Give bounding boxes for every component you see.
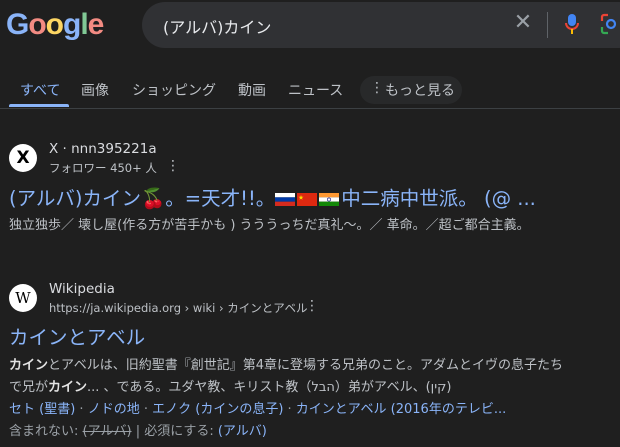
result-title-part1: (アルバ)カイン🍒。=天才!!。 xyxy=(9,187,276,210)
result-sublinks: セト (聖書) · ノドの地 · エノク (カインの息子) · カインとアベル … xyxy=(9,402,507,417)
more-vert-icon[interactable]: ⋮ xyxy=(370,80,384,96)
result-snippet-line2: で兄がカイン... 、である。ユダヤ教、キリスト教（הבל）弟がアベル、(קין… xyxy=(9,376,451,395)
snippet-text: とアベルは、旧約聖書『創世記』第4章に登場する兄弟のこと。アダムとイヴの息子たち xyxy=(48,358,564,373)
result-title[interactable]: (アルバ)カイン🍒。=天才!!。 中二病中世派。 (@ ... xyxy=(9,182,536,211)
russia-flag-icon xyxy=(275,193,296,206)
result-snippet-line1: カインとアベルは、旧約聖書『創世記』第4章に登場する兄弟のこと。アダムとイヴの息… xyxy=(9,354,563,373)
snippet-text: ... 、である。ユダヤ教、キリスト教（הבל）弟がアベル、(קין) xyxy=(87,380,452,395)
result-title[interactable]: カインとアベル xyxy=(9,321,145,350)
tab-more[interactable]: もっと見る xyxy=(385,80,455,100)
sublink[interactable]: ノドの地 xyxy=(88,402,140,417)
result-title-part2: 中二病中世派。 (@ ... xyxy=(341,187,536,210)
result-snippet: 独立独歩／ 壊し屋(作る方が苦手かも ) うううっちだ真礼〜。／ 革命。／超ご都… xyxy=(9,218,530,233)
result-site-name[interactable]: X · nnn395221a xyxy=(49,141,157,157)
favicon-letter: W xyxy=(15,289,31,307)
snippet-highlight: カイン xyxy=(48,380,88,395)
camera-search-icon[interactable] xyxy=(600,13,620,35)
must-include-link[interactable]: (アルバ) xyxy=(218,424,267,439)
result-site-sub: フォロワー 450+ 人 xyxy=(49,161,157,175)
must-include-label: | 必須にする: xyxy=(135,424,214,439)
google-logo[interactable]: Google xyxy=(6,8,105,42)
missing-terms: 含まれない: (アルバ) | 必須にする: (アルバ) xyxy=(9,420,267,439)
favicon-letter: X xyxy=(16,148,30,168)
result-site-name[interactable]: Wikipedia xyxy=(49,281,115,297)
sublink[interactable]: セト (聖書) xyxy=(9,402,75,417)
mic-icon[interactable] xyxy=(564,13,580,35)
tab-images[interactable]: 画像 xyxy=(81,80,109,100)
sublink[interactable]: エノク (カインの息子) xyxy=(152,402,283,417)
wikipedia-logo-icon[interactable]: W xyxy=(9,284,37,312)
x-logo-icon[interactable]: X xyxy=(9,144,37,172)
missing-term: (アルバ) xyxy=(82,424,132,439)
result-url[interactable]: https://ja.wikipedia.org › wiki › カインとアベ… xyxy=(49,300,308,316)
logo-letter: G xyxy=(6,8,29,41)
logo-letter: o xyxy=(28,8,46,41)
tab-news[interactable]: ニュース xyxy=(288,80,343,100)
logo-letter: g xyxy=(63,8,81,41)
missing-label: 含まれない: xyxy=(9,424,79,439)
active-tab-indicator xyxy=(9,104,69,107)
india-flag-icon xyxy=(319,193,340,206)
snippet-highlight: カイン xyxy=(9,358,49,373)
clear-icon[interactable]: ✕ xyxy=(512,12,534,34)
china-flag-icon xyxy=(297,193,318,206)
logo-letter: e xyxy=(87,8,105,41)
tab-all[interactable]: すべて xyxy=(20,80,60,100)
more-options-icon[interactable]: ⋮ xyxy=(305,298,319,314)
tab-videos[interactable]: 動画 xyxy=(238,80,266,100)
more-options-icon[interactable]: ⋮ xyxy=(166,158,180,174)
snippet-text: で兄が xyxy=(9,380,49,395)
search-input[interactable]: (アルバ)カイン xyxy=(163,14,271,38)
search-divider xyxy=(547,12,548,38)
logo-letter: o xyxy=(45,8,64,41)
tabs-divider xyxy=(0,108,620,109)
logo-letter: l xyxy=(80,8,88,41)
sublink[interactable]: カインとアベル (2016年のテレビ... xyxy=(296,402,506,417)
tab-shopping[interactable]: ショッピング xyxy=(132,80,216,100)
